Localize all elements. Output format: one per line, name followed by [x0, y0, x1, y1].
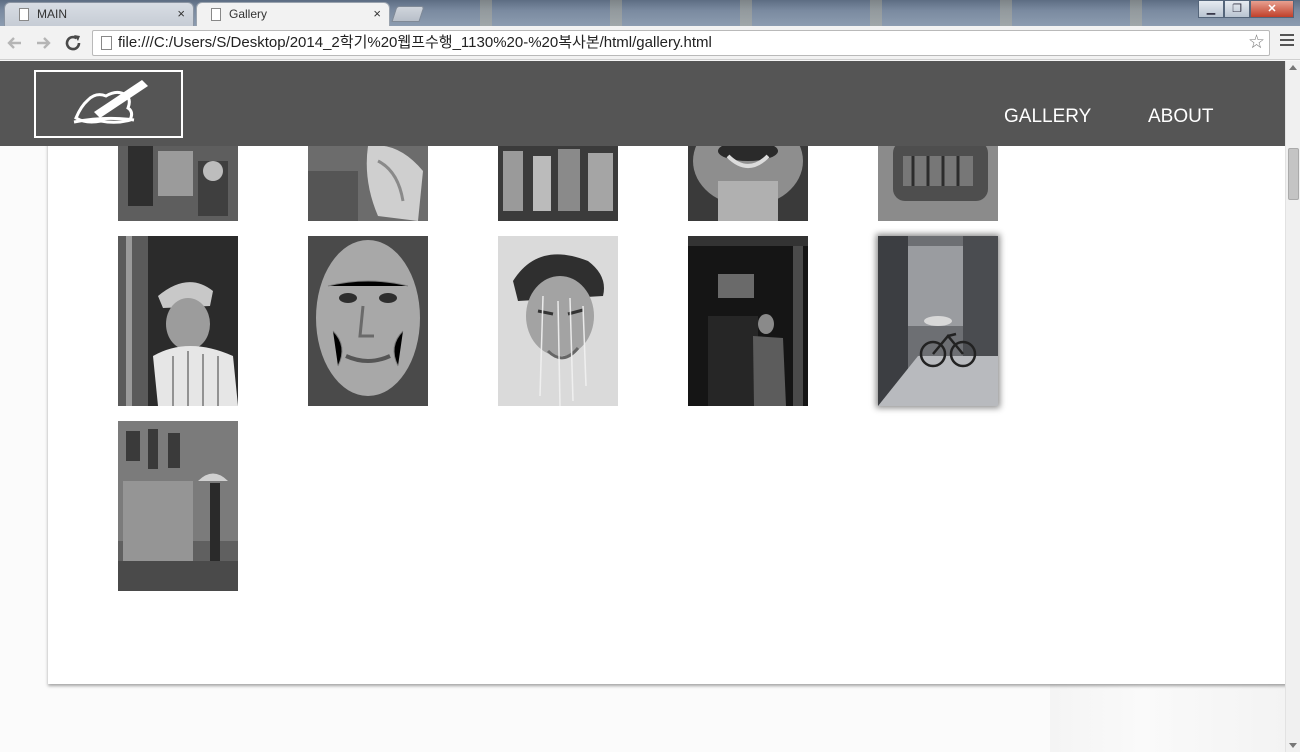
scrollbar-thumb[interactable] [1288, 148, 1299, 200]
window-controls: ▁ ❐ ✕ [1198, 0, 1294, 18]
desktop-background [420, 0, 1200, 26]
tab-title: MAIN [37, 7, 67, 21]
nav-about-link[interactable]: ABOUT [1148, 105, 1213, 129]
nav-gallery-link[interactable]: GALLERY [1004, 105, 1091, 129]
page-icon [211, 8, 221, 21]
tab-gallery[interactable]: Gallery × [196, 2, 390, 26]
hamburger-menu-icon[interactable] [1280, 34, 1294, 49]
hand-writing-logo-icon [73, 80, 148, 124]
browser-toolbar: file:///C:/Users/S/Desktop/2014_2학기%20웹프… [0, 26, 1300, 60]
gallery-photo[interactable] [308, 236, 428, 406]
tab-title: Gallery [229, 7, 268, 21]
site-header: .... GALLERY ABOUT [0, 61, 1285, 146]
maximize-button[interactable]: ❐ [1224, 0, 1250, 18]
page-viewport: .... GALLERY ABOUT [0, 61, 1285, 752]
star-icon[interactable]: ☆ [1248, 31, 1265, 55]
tab-main[interactable]: MAIN × [4, 2, 194, 26]
gallery-photo[interactable] [688, 236, 808, 406]
page-icon [19, 8, 29, 21]
gallery-photo-selected[interactable] [878, 236, 998, 406]
reload-icon[interactable] [62, 32, 84, 54]
close-window-button[interactable]: ✕ [1250, 0, 1294, 18]
new-tab-button[interactable] [391, 6, 425, 22]
gallery-photo[interactable] [118, 421, 238, 591]
gallery-panel [48, 61, 1285, 684]
gallery-photo[interactable] [118, 236, 238, 406]
scroll-up-arrow-icon[interactable] [1289, 65, 1297, 70]
logo-dots: .... [165, 129, 180, 139]
address-bar[interactable]: file:///C:/Users/S/Desktop/2014_2학기%20웹프… [92, 30, 1270, 56]
vertical-scrollbar[interactable] [1285, 61, 1300, 752]
site-logo[interactable]: .... [34, 70, 183, 139]
tab-close-icon[interactable]: × [177, 3, 185, 25]
url-text[interactable]: file:///C:/Users/S/Desktop/2014_2학기%20웹프… [118, 31, 712, 55]
scroll-down-arrow-icon[interactable] [1289, 743, 1297, 748]
tab-close-icon[interactable]: × [373, 3, 381, 25]
minimize-button[interactable]: ▁ [1198, 0, 1224, 18]
back-arrow-icon[interactable] [4, 32, 26, 54]
page-icon [101, 36, 112, 50]
forward-arrow-icon[interactable] [32, 32, 54, 54]
gallery-photo[interactable] [498, 236, 618, 406]
browser-tab-strip: MAIN × Gallery × ▁ ❐ ✕ [0, 0, 1300, 26]
